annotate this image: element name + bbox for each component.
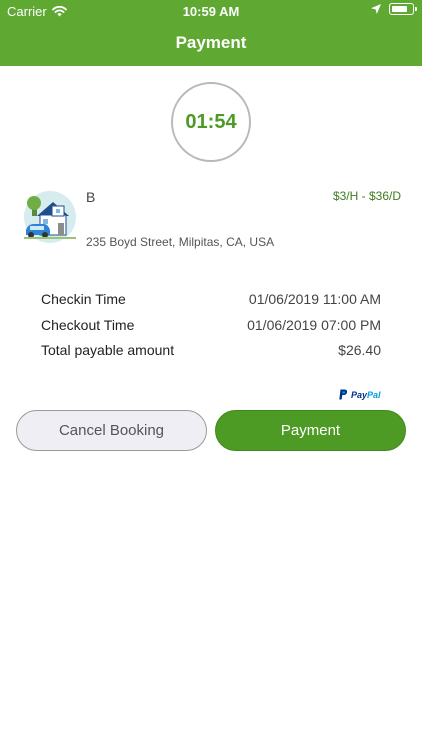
house-car-icon: [24, 191, 76, 243]
paypal-text-pay: Pay: [351, 389, 368, 400]
total-label: Total payable amount: [41, 342, 175, 358]
spot-rate: $3/H - $36/D: [332, 189, 401, 203]
booking-details: Checkin Time 01/06/2019 11:00 AM Checkou…: [41, 291, 381, 368]
battery-icon: [389, 3, 417, 15]
detail-row-total: Total payable amount $26.40: [41, 342, 381, 368]
detail-row-checkin: Checkin Time 01/06/2019 11:00 AM: [41, 291, 381, 317]
spot-address: 235 Boyd Street, Milpitas, CA, USA: [86, 235, 275, 249]
status-time: 10:59 AM: [182, 4, 240, 19]
checkout-value: 01/06/2019 07:00 PM: [247, 316, 381, 333]
detail-row-checkout: Checkout Time 01/06/2019 07:00 PM: [41, 317, 381, 343]
spot-name: B: [86, 189, 96, 205]
page-title: Payment: [175, 33, 247, 52]
paypal-p-icon: [339, 389, 348, 400]
checkin-value: 01/06/2019 11:00 AM: [248, 291, 381, 307]
cancel-booking-button[interactable]: Cancel Booking: [16, 410, 207, 451]
status-indicators: [371, 3, 417, 15]
total-value: $26.40: [338, 342, 381, 358]
status-bar: Carrier 10:59 AM: [0, 0, 422, 22]
location-arrow-icon: [371, 4, 381, 14]
app-header: Carrier 10:59 AM Payment: [0, 0, 422, 66]
payment-button[interactable]: Payment: [215, 410, 406, 451]
paypal-logo-icon: PayPal: [339, 389, 381, 400]
paypal-text-pal: Pal: [367, 389, 381, 400]
checkout-label: Checkout Time: [41, 316, 135, 333]
checkin-label: Checkin Time: [41, 291, 126, 307]
countdown-timer: 01:54: [171, 82, 251, 162]
